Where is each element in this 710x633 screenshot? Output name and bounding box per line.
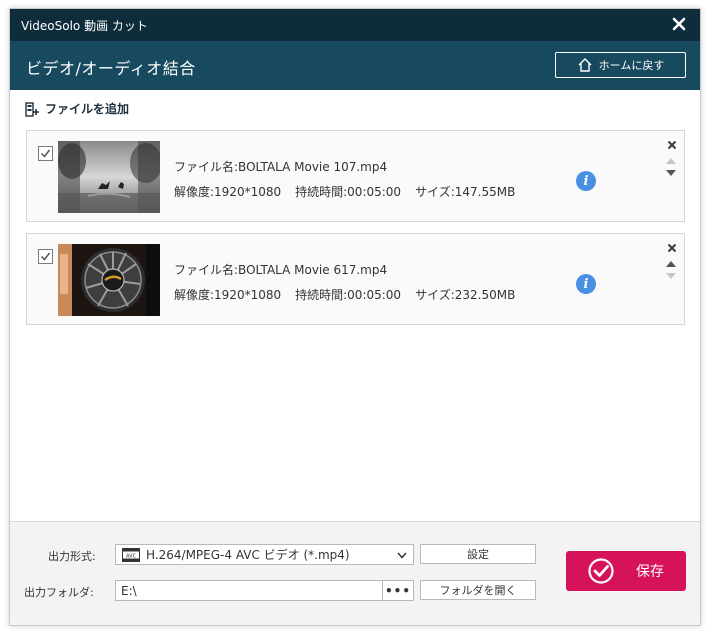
checkmark-icon — [40, 252, 51, 261]
file-name: ファイル名:BOLTALA Movie 107.mp4 — [174, 160, 388, 174]
info-icon[interactable]: i — [576, 171, 596, 191]
output-format-label: 出力形式: — [48, 550, 96, 563]
home-button[interactable]: ホームに戻す — [555, 52, 686, 78]
video-thumbnail — [58, 244, 160, 316]
output-panel: 出力形式: AVC H.264/MPEG-4 AVC ビデオ (*.mp4) 設… — [10, 521, 700, 625]
browse-folder-button[interactable]: ••• — [382, 580, 414, 601]
home-icon — [577, 57, 593, 73]
file-meta: 解像度:1920*1080 持続時間:00:05:00 サイズ:232.50MB — [174, 286, 515, 303]
file-checkbox[interactable] — [38, 249, 53, 264]
file-size: サイズ:232.50MB — [415, 288, 516, 302]
settings-button[interactable]: 設定 — [420, 544, 536, 564]
remove-icon — [667, 243, 677, 253]
file-resolution: 解像度:1920*1080 — [174, 288, 282, 302]
file-meta: 解像度:1920*1080 持続時間:00:05:00 サイズ:147.55MB — [174, 183, 515, 200]
close-button[interactable] — [668, 13, 690, 35]
remove-file-button[interactable] — [666, 242, 678, 254]
move-down-button[interactable] — [665, 166, 677, 176]
add-file-icon — [25, 101, 39, 117]
header-bar: ビデオ/オーディオ結合 ホームに戻す — [10, 41, 700, 90]
avc-format-icon: AVC — [122, 547, 140, 562]
svg-text:AVC: AVC — [126, 553, 137, 559]
window-title: VideoSolo 動画 カット — [21, 18, 148, 33]
app-window: VideoSolo 動画 カット ビデオ/オーディオ結合 ホームに戻す ファイル… — [9, 8, 701, 626]
page-title: ビデオ/オーディオ結合 — [26, 59, 196, 78]
video-thumbnail — [58, 141, 160, 213]
save-button-label: 保存 — [636, 564, 664, 580]
move-up-button[interactable] — [665, 154, 677, 164]
move-up-icon — [666, 158, 676, 164]
title-bar: VideoSolo 動画 カット — [10, 9, 700, 41]
home-button-label: ホームに戻す — [598, 59, 665, 72]
add-file-label: ファイルを追加 — [45, 102, 130, 116]
remove-file-button[interactable] — [666, 139, 678, 151]
file-item: ファイル名:BOLTALA Movie 617.mp4 解像度:1920*108… — [26, 233, 685, 325]
output-format-select[interactable]: AVC H.264/MPEG-4 AVC ビデオ (*.mp4) — [115, 544, 414, 565]
check-circle-icon — [588, 558, 614, 584]
file-checkbox[interactable] — [38, 146, 53, 161]
chevron-down-icon — [396, 549, 408, 561]
add-file-button[interactable]: ファイルを追加 — [25, 100, 129, 117]
close-icon — [672, 17, 686, 31]
remove-icon — [667, 140, 677, 150]
checkmark-icon — [40, 149, 51, 158]
file-item: ファイル名:BOLTALA Movie 107.mp4 解像度:1920*108… — [26, 130, 685, 222]
move-up-button[interactable] — [665, 257, 677, 267]
output-folder-label: 出力フォルダ: — [24, 586, 94, 599]
output-format-value: H.264/MPEG-4 AVC ビデオ (*.mp4) — [146, 548, 350, 562]
move-down-icon — [666, 170, 676, 176]
file-size: サイズ:147.55MB — [415, 185, 516, 199]
file-name: ファイル名:BOLTALA Movie 617.mp4 — [174, 263, 388, 277]
info-icon[interactable]: i — [576, 274, 596, 294]
output-folder-input[interactable]: E:\ — [115, 580, 383, 601]
move-down-button[interactable] — [665, 269, 677, 279]
file-duration: 持続時間:00:05:00 — [295, 185, 402, 199]
file-duration: 持続時間:00:05:00 — [295, 288, 402, 302]
move-up-icon — [666, 261, 676, 267]
open-folder-button[interactable]: フォルダを開く — [420, 580, 536, 600]
save-button[interactable]: 保存 — [566, 551, 686, 591]
file-resolution: 解像度:1920*1080 — [174, 185, 282, 199]
move-down-icon — [666, 273, 676, 279]
